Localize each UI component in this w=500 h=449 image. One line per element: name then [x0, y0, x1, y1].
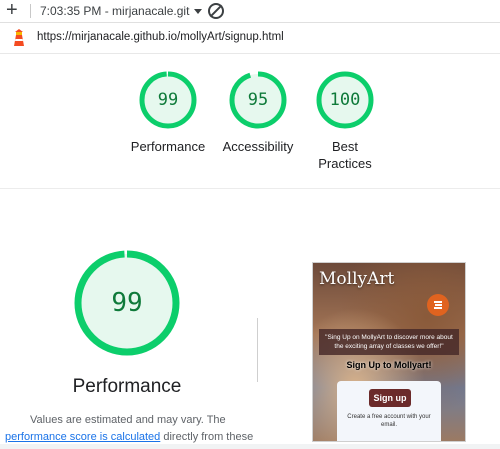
gauge-label: Performance: [130, 139, 206, 154]
gauge-best-practices[interactable]: 100 Best Practices: [298, 70, 392, 172]
devtools-toolbar: + 7:03:35 PM - mirjanacale.githu: [0, 0, 500, 23]
bottom-strip: [0, 444, 500, 449]
score-calculation-link[interactable]: performance score is calculated: [5, 431, 160, 443]
gauge-label: Accessibility: [222, 139, 294, 154]
report-url[interactable]: https://mirjanacale.github.io/mollyArt/s…: [37, 31, 284, 43]
hamburger-icon: [427, 294, 449, 316]
gauge-label: Best Practices: [298, 138, 392, 172]
description-line1: Values are estimated and may vary. The: [30, 414, 226, 426]
gauge-ring: 100: [315, 70, 375, 130]
thumbnail-signup-button: Sign up: [369, 389, 411, 407]
gauge-performance[interactable]: 99 Performance: [121, 70, 215, 155]
toolbar-separator: [30, 4, 31, 18]
gauge-ring: 95: [228, 70, 288, 130]
thumbnail-brand: MollyArt: [319, 269, 395, 289]
gauge-score: 100: [329, 90, 361, 110]
report-url-bar: https://mirjanacale.github.io/mollyArt/s…: [0, 23, 500, 54]
report-select-label: 7:03:35 PM - mirjanacale.githu: [40, 4, 190, 18]
gauge-ring: 99: [72, 248, 182, 358]
thumbnail-signup-card: Sign up Create a free account with your …: [337, 381, 441, 441]
chevron-down-icon[interactable]: [194, 8, 202, 14]
description-line2: performance score is calculated directly…: [5, 431, 253, 443]
thumbnail-card-text: Create a free account with your email.: [347, 414, 431, 428]
report-select[interactable]: 7:03:35 PM - mirjanacale.githu: [40, 3, 202, 19]
gauge-label-line1: Best: [331, 139, 358, 154]
final-screenshot[interactable]: MollyArt "Sing Up on MollyArt to discove…: [312, 262, 466, 442]
performance-title: Performance: [72, 376, 182, 397]
vertical-divider: [257, 318, 258, 382]
gauge-label-line2: Practices: [318, 156, 372, 171]
gauge-ring: 99: [138, 70, 198, 130]
gauge-accessibility[interactable]: 95 Accessibility: [211, 70, 305, 155]
gauge-score: 95: [247, 90, 269, 110]
description-line2-rest: directly from these: [160, 431, 254, 443]
plus-icon[interactable]: +: [6, 0, 18, 21]
lighthouse-icon: [14, 29, 24, 46]
thumbnail-banner: "Sing Up on MollyArt to discover more ab…: [319, 329, 459, 355]
thumbnail-heading: Sign Up to Mollyart!: [346, 360, 432, 370]
gauge-score: 99: [111, 288, 143, 318]
performance-gauge-large: 99 Performance: [40, 248, 214, 398]
gauge-score: 99: [157, 90, 179, 110]
clear-icon[interactable]: [208, 3, 224, 19]
section-divider: [0, 188, 500, 189]
